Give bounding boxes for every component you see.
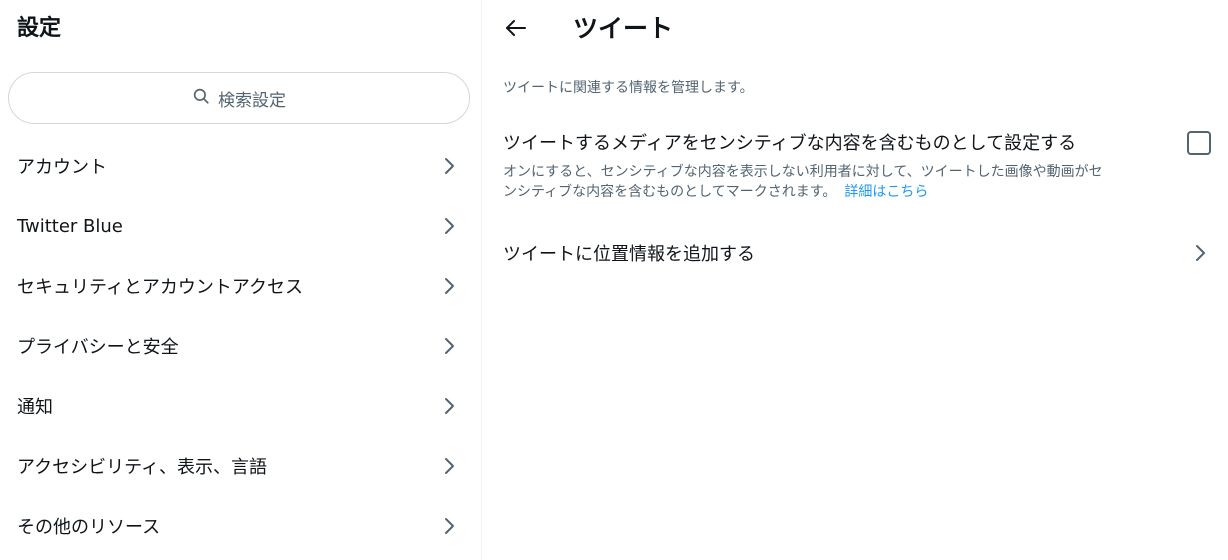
search-placeholder: 検索設定 <box>218 90 286 111</box>
add-location-label: ツイートに位置情報を追加する <box>503 244 755 265</box>
sensitive-media-help-line2: ンシティブな内容を含むものとしてマークされます。 <box>503 184 837 200</box>
chevron-right-icon <box>439 276 459 296</box>
chevron-right-icon <box>439 216 459 236</box>
sensitive-media-help-line1: オンにすると、センシティブな内容を表示しない利用者に対して、ツイートした画像や動… <box>503 164 1103 180</box>
tweet-settings-panel: ツイート ツイートに関連する情報を管理します。 ツイートするメディアをセンシティ… <box>482 0 1228 560</box>
chevron-right-icon <box>439 456 459 476</box>
sidebar-item-label: アカウント <box>17 157 107 178</box>
sidebar-item-account[interactable]: アカウント <box>0 136 481 196</box>
sensitive-media-checkbox[interactable] <box>1187 131 1211 155</box>
sidebar-item-label: 通知 <box>17 397 53 418</box>
settings-menu: アカウント Twitter Blue セキュリティとアカウントアクセス プライバ… <box>0 136 481 556</box>
add-location-row[interactable]: ツイートに位置情報を追加する <box>482 223 1228 283</box>
page-description: ツイートに関連する情報を管理します。 <box>503 80 754 96</box>
sidebar-item-label: プライバシーと安全 <box>17 337 179 358</box>
back-button[interactable] <box>500 14 532 46</box>
sidebar-item-notifications[interactable]: 通知 <box>0 376 481 436</box>
sensitive-media-help: オンにすると、センシティブな内容を表示しない利用者に対して、ツイートした画像や動… <box>503 162 1203 202</box>
settings-search-input[interactable]: 検索設定 <box>8 72 470 124</box>
settings-title: 設定 <box>17 16 62 41</box>
sidebar-item-twitter-blue[interactable]: Twitter Blue <box>0 196 481 256</box>
sidebar-item-label: Twitter Blue <box>17 215 123 237</box>
chevron-right-icon <box>439 396 459 416</box>
back-arrow-icon <box>505 19 527 41</box>
sidebar-item-label: アクセシビリティ、表示、言語 <box>17 457 268 478</box>
sidebar-item-security[interactable]: セキュリティとアカウントアクセス <box>0 256 481 316</box>
chevron-right-icon <box>439 516 459 536</box>
chevron-right-icon <box>1190 243 1210 263</box>
sidebar-item-label: その他のリソース <box>17 517 161 538</box>
search-icon <box>192 87 218 110</box>
chevron-right-icon <box>439 156 459 176</box>
settings-sidebar: 設定 検索設定 アカウント Twitter Blue セキュリティとアカウントア… <box>0 0 482 560</box>
settings-app: 設定 検索設定 アカウント Twitter Blue セキュリティとアカウントア… <box>0 0 1228 560</box>
learn-more-link[interactable]: 詳細はこちら <box>844 184 928 200</box>
page-title: ツイート <box>573 14 674 43</box>
sidebar-item-resources[interactable]: その他のリソース <box>0 496 481 556</box>
sidebar-item-accessibility[interactable]: アクセシビリティ、表示、言語 <box>0 436 481 496</box>
sidebar-item-label: セキュリティとアカウントアクセス <box>17 277 304 298</box>
sidebar-item-privacy[interactable]: プライバシーと安全 <box>0 316 481 376</box>
chevron-right-icon <box>439 336 459 356</box>
sensitive-media-label: ツイートするメディアをセンシティブな内容を含むものとして設定する <box>503 133 1077 154</box>
